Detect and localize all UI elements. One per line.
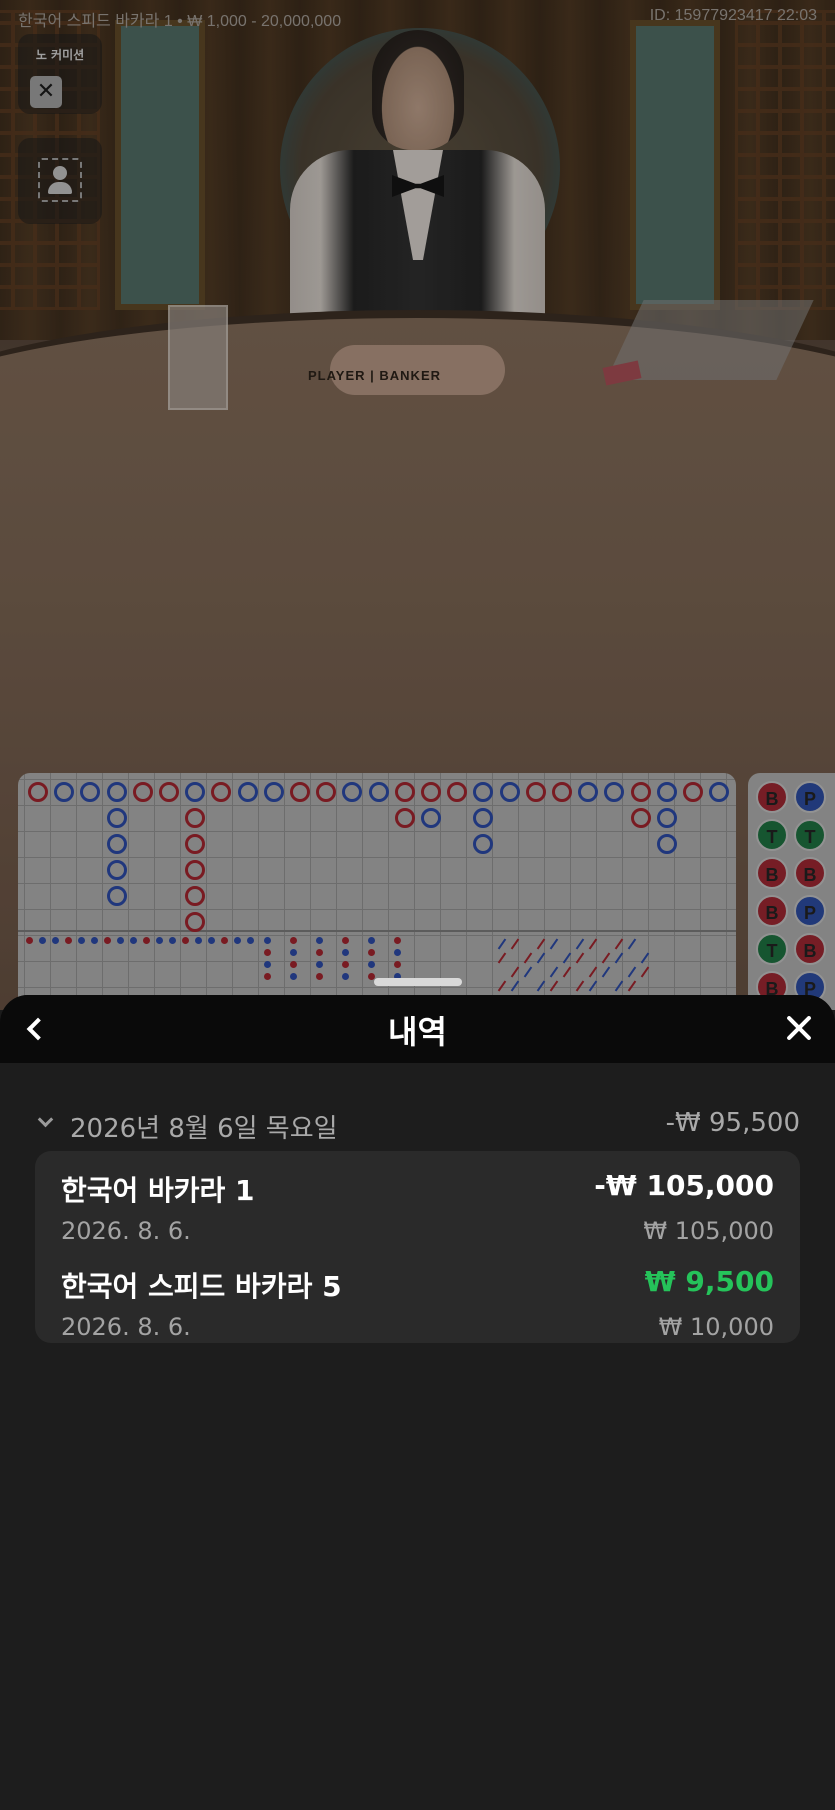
entry-result: -₩ 105,000 bbox=[594, 1169, 774, 1202]
app-root: PLAYER | BANKER 한국어 스피드 바카라 1 • ₩ 1,000 … bbox=[0, 0, 835, 1810]
history-entry[interactable]: 한국어 스피드 바카라 5 2026. 8. 6. ₩ 9,500 ₩ 10,0… bbox=[61, 1261, 774, 1353]
date-group-total: -₩ 95,500 bbox=[665, 1108, 800, 1138]
sheet-title: 내역 bbox=[388, 1013, 447, 1051]
entry-date: 2026. 8. 6. bbox=[61, 1217, 191, 1245]
chevron-down-icon bbox=[37, 1111, 54, 1128]
history-list: 한국어 바카라 1 2026. 8. 6. -₩ 105,000 ₩ 105,0… bbox=[35, 1151, 800, 1343]
date-group-label: 2026년 8월 6일 목요일 bbox=[70, 1114, 338, 1144]
sheet-header: 내역 bbox=[0, 995, 835, 1063]
entry-result: ₩ 9,500 bbox=[644, 1265, 774, 1298]
history-sheet: 내역 2026년 8월 6일 목요일 -₩ 95,500 한국어 바카라 1 2… bbox=[0, 995, 835, 1810]
entry-stake: ₩ 10,000 bbox=[658, 1313, 774, 1341]
history-entry[interactable]: 한국어 바카라 1 2026. 8. 6. -₩ 105,000 ₩ 105,0… bbox=[61, 1165, 774, 1257]
entry-game-name: 한국어 스피드 바카라 5 bbox=[61, 1270, 342, 1303]
live-video-feed: PLAYER | BANKER 한국어 스피드 바카라 1 • ₩ 1,000 … bbox=[0, 0, 835, 1010]
entry-game-name: 한국어 바카라 1 bbox=[61, 1174, 255, 1207]
modal-dim-overlay bbox=[0, 0, 835, 1010]
sheet-drag-handle[interactable] bbox=[374, 978, 462, 986]
entry-stake: ₩ 105,000 bbox=[643, 1217, 774, 1245]
close-button[interactable] bbox=[779, 1009, 819, 1049]
date-group-header[interactable]: 2026년 8월 6일 목요일 -₩ 95,500 bbox=[34, 1108, 800, 1144]
entry-date: 2026. 8. 6. bbox=[61, 1313, 191, 1341]
